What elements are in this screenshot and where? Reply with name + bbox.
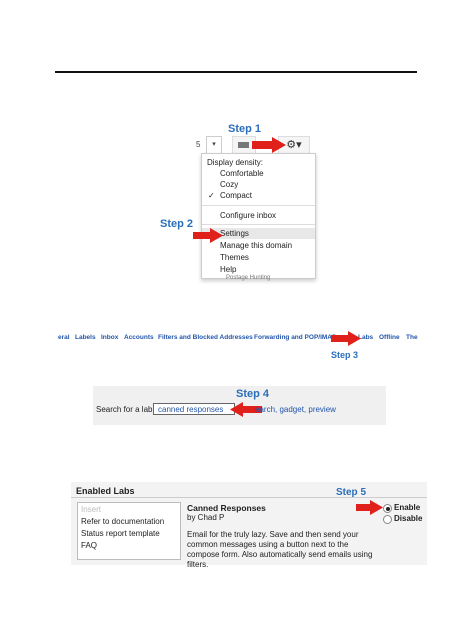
toolbar-number: 5	[196, 140, 201, 149]
density-header: Display density:	[207, 158, 264, 167]
tab-offline[interactable]: Offline	[379, 334, 400, 341]
disable-radio[interactable]	[383, 515, 392, 524]
step3-label: Step 3	[331, 350, 359, 360]
menu-item-help[interactable]: Help	[202, 264, 315, 275]
menu-divider	[202, 224, 315, 225]
menu-divider	[202, 205, 315, 206]
lab-description: Email for the truly lazy. Save and then …	[187, 530, 373, 569]
step1-label: Step 1	[228, 123, 262, 135]
list-item[interactable]: Refer to documentation	[81, 516, 164, 527]
lab-title: Canned Responses	[187, 503, 266, 513]
step1-arrow	[252, 137, 286, 153]
under-menu-text: Postage Hunting	[226, 275, 271, 281]
search-hint-links[interactable]: earch, gadget, preview	[255, 405, 336, 414]
tab-filters[interactable]: Filters and Blocked Addresses	[158, 334, 253, 341]
enable-label: Enable	[394, 503, 421, 512]
search-label: Search for a lab:	[96, 405, 155, 414]
tab-forwarding[interactable]: Forwarding and POP/IMAP	[254, 334, 336, 341]
check-icon: ✓	[208, 191, 215, 200]
step3-arrow	[331, 331, 361, 346]
toolbar-dropdown-button[interactable]: ▾	[206, 136, 222, 154]
tab-accounts[interactable]: Accounts	[124, 334, 154, 341]
step4-label: Step 4	[236, 388, 270, 400]
canned-responses-list[interactable]: Insert Refer to documentation Status rep…	[77, 502, 181, 560]
step5-arrow	[356, 500, 383, 515]
enable-radio[interactable]	[383, 504, 392, 513]
settings-menu: Display density: Comfortable Cozy ✓ Compa…	[201, 153, 316, 279]
tab-themes[interactable]: The	[406, 334, 418, 341]
step2-arrow	[193, 228, 223, 243]
menu-item-cozy[interactable]: Cozy	[202, 179, 315, 190]
step2-label: Step 2	[160, 218, 194, 230]
settings-tabs: eral Labels Inbox Accounts Filters and B…	[58, 334, 420, 346]
menu-item-configure-inbox[interactable]: Configure inbox	[202, 210, 315, 221]
lab-author: by Chad P	[187, 513, 225, 522]
menu-item-compact[interactable]: ✓ Compact	[202, 190, 315, 201]
tab-labels[interactable]: Labels	[75, 334, 96, 341]
disable-label: Disable	[394, 514, 423, 523]
panel-divider	[71, 497, 427, 498]
list-item[interactable]: Status report template	[81, 528, 160, 539]
tab-inbox[interactable]: Inbox	[101, 334, 118, 341]
top-rule	[55, 71, 417, 73]
tab-general[interactable]: eral	[58, 334, 70, 341]
menu-item-comfortable[interactable]: Comfortable	[202, 168, 315, 179]
list-item[interactable]: Insert	[81, 504, 101, 515]
list-item[interactable]: FAQ	[81, 540, 97, 551]
step5-label: Step 5	[336, 487, 367, 498]
lab-search-input[interactable]: canned responses	[153, 403, 235, 415]
menu-item-themes[interactable]: Themes	[202, 252, 315, 263]
enabled-labs-title: Enabled Labs	[76, 486, 135, 496]
